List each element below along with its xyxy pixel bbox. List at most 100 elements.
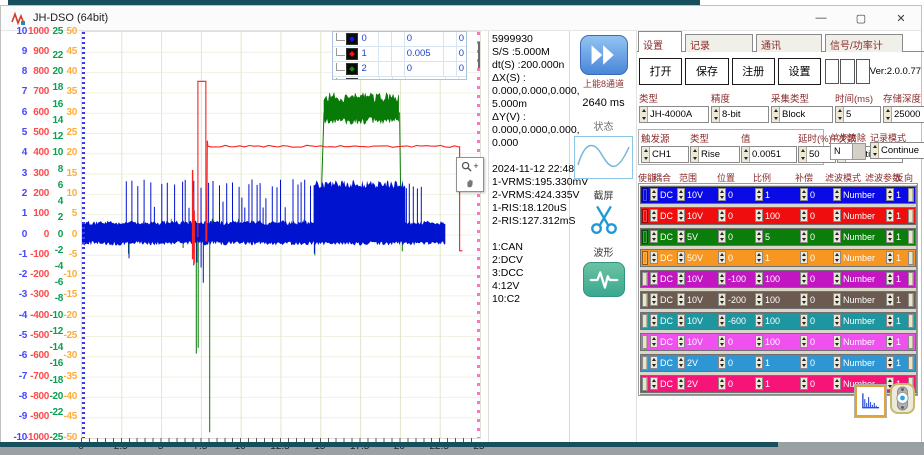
channel-enable-button[interactable] <box>642 293 648 307</box>
record-mode-control-arrows[interactable] <box>871 143 879 158</box>
channel-filter-mode[interactable]: Number <box>833 335 886 349</box>
channel-range[interactable]: 10V <box>677 314 718 328</box>
plot-area[interactable]: 00010.0050200 + <box>81 31 481 439</box>
channel-enable-button[interactable] <box>642 272 648 286</box>
form-control-4[interactable]: 25000 <box>883 106 924 123</box>
channel-coupling-arrows[interactable] <box>650 251 658 264</box>
channel-filter-mode[interactable]: Number <box>833 209 886 223</box>
channel-range-arrows[interactable] <box>677 188 685 201</box>
channel-enable-button[interactable] <box>642 188 648 202</box>
channel-range-arrows[interactable] <box>677 335 685 348</box>
spectrum-button[interactable] <box>855 385 886 417</box>
single-clear-toggle[interactable]: N <box>830 143 866 160</box>
channel-scale-arrows[interactable] <box>755 314 763 327</box>
channel-comp-arrows[interactable] <box>800 209 808 222</box>
tab-1[interactable]: 记录 <box>685 34 753 52</box>
channel-scale-arrows[interactable] <box>755 293 763 306</box>
channel-position-arrows[interactable] <box>718 293 726 306</box>
channel-filter-mode[interactable]: Number <box>833 251 886 265</box>
form-control-2-arrows[interactable] <box>772 107 780 122</box>
channel-position-arrows[interactable] <box>718 209 726 222</box>
indicator-box-2[interactable] <box>856 59 870 84</box>
channel-coupling-arrows[interactable] <box>650 188 658 201</box>
channel-coupling-arrows[interactable] <box>650 314 658 327</box>
channel-coupling[interactable]: DC <box>650 230 677 244</box>
channel-comp-arrows[interactable] <box>800 356 808 369</box>
single-clear-knob[interactable] <box>852 144 865 159</box>
channel-coupling[interactable]: DC <box>650 209 677 223</box>
legend-scrollbar[interactable] <box>478 42 480 68</box>
channel-scale-arrows[interactable] <box>755 230 763 243</box>
channel-filter-mode[interactable]: Number <box>833 188 886 202</box>
channel-filter-param-arrows[interactable] <box>886 356 894 369</box>
channel-position[interactable]: 0 <box>718 209 755 223</box>
channel-scale-arrows[interactable] <box>755 356 763 369</box>
channel-filter-mode[interactable]: Number <box>833 293 886 307</box>
trigger-control-0[interactable]: CH1 <box>641 146 689 163</box>
channel-filter-param[interactable]: 1 <box>886 335 908 349</box>
channel-coupling[interactable]: DC <box>650 272 677 286</box>
indicator-box-0[interactable] <box>825 59 839 84</box>
channel-range-arrows[interactable] <box>677 272 685 285</box>
channel-comp-arrows[interactable] <box>800 251 808 264</box>
channel-invert-button[interactable] <box>908 293 914 307</box>
tab-3[interactable]: 信号/功率计 <box>825 34 903 52</box>
waveform-button[interactable] <box>583 262 625 297</box>
channel-filter-param[interactable]: 1 <box>886 230 908 244</box>
screenshot-button[interactable] <box>587 204 621 236</box>
channel-filter-param-arrows[interactable] <box>886 335 894 348</box>
form-control-0[interactable]: JH-4000A <box>639 106 709 123</box>
channel-enable-button[interactable] <box>642 335 648 349</box>
channel-scale-arrows[interactable] <box>755 335 763 348</box>
device-button[interactable] <box>890 383 915 414</box>
channel-range[interactable]: 10V <box>677 272 718 286</box>
channel-position[interactable]: -200 <box>718 293 755 307</box>
form-control-3[interactable]: 5 <box>835 106 881 123</box>
trigger-control-1-arrows[interactable] <box>691 147 699 162</box>
close-button[interactable]: ✕ <box>881 6 921 30</box>
channel-range[interactable]: 50V <box>677 251 718 265</box>
channel-filter-mode-arrows[interactable] <box>833 188 841 201</box>
channel-comp-arrows[interactable] <box>800 188 808 201</box>
channel-filter-param-arrows[interactable] <box>886 209 894 222</box>
channel-comp[interactable]: 0 <box>800 209 833 223</box>
channel-filter-mode[interactable]: Number <box>833 314 886 328</box>
channel-invert-button[interactable] <box>908 209 914 223</box>
channel-range-arrows[interactable] <box>677 209 685 222</box>
channel-scale-arrows[interactable] <box>755 209 763 222</box>
channel-coupling[interactable]: DC <box>650 356 677 370</box>
channel-comp-arrows[interactable] <box>800 314 808 327</box>
channel-range-arrows[interactable] <box>677 251 685 264</box>
channel-comp[interactable]: 0 <box>800 356 833 370</box>
channel-coupling[interactable]: DC <box>650 188 677 202</box>
channel-scale-arrows[interactable] <box>755 272 763 285</box>
channel-comp[interactable]: 0 <box>800 272 833 286</box>
channel-range[interactable]: 10V <box>677 209 718 223</box>
channel-filter-mode[interactable]: Number <box>833 272 886 286</box>
titlebar[interactable]: JH-DSO (64bit) — ▢ ✕ <box>1 6 921 31</box>
minimize-button[interactable]: — <box>801 6 841 30</box>
channel-position-arrows[interactable] <box>718 335 726 348</box>
form-control-0-arrows[interactable] <box>640 107 648 122</box>
channel-filter-param-arrows[interactable] <box>886 293 894 306</box>
channel-filter-param-arrows[interactable] <box>886 188 894 201</box>
channel-invert-button[interactable] <box>908 335 914 349</box>
legend-row[interactable]: 000 <box>333 32 466 47</box>
channel-filter-mode-arrows[interactable] <box>833 230 841 243</box>
channel-filter-mode[interactable]: Number <box>833 356 886 370</box>
channel-position[interactable]: -100 <box>718 272 755 286</box>
channel-invert-button[interactable] <box>908 356 914 370</box>
tab-2[interactable]: 通讯 <box>756 34 822 52</box>
plot-tools[interactable]: + <box>456 157 484 192</box>
channel-coupling[interactable]: DC <box>650 314 677 328</box>
channel-coupling-arrows[interactable] <box>650 356 658 369</box>
channel-scale[interactable]: 100 <box>755 335 800 349</box>
channel-scale[interactable]: 1 <box>755 356 800 370</box>
channel-comp-arrows[interactable] <box>800 335 808 348</box>
run-acquire-button[interactable] <box>580 35 628 75</box>
channel-filter-param[interactable]: 1 <box>886 209 908 223</box>
channel-filter-mode-arrows[interactable] <box>833 251 841 264</box>
channel-position-arrows[interactable] <box>718 314 726 327</box>
channel-filter-param[interactable]: 1 <box>886 272 908 286</box>
channel-invert-button[interactable] <box>908 230 914 244</box>
